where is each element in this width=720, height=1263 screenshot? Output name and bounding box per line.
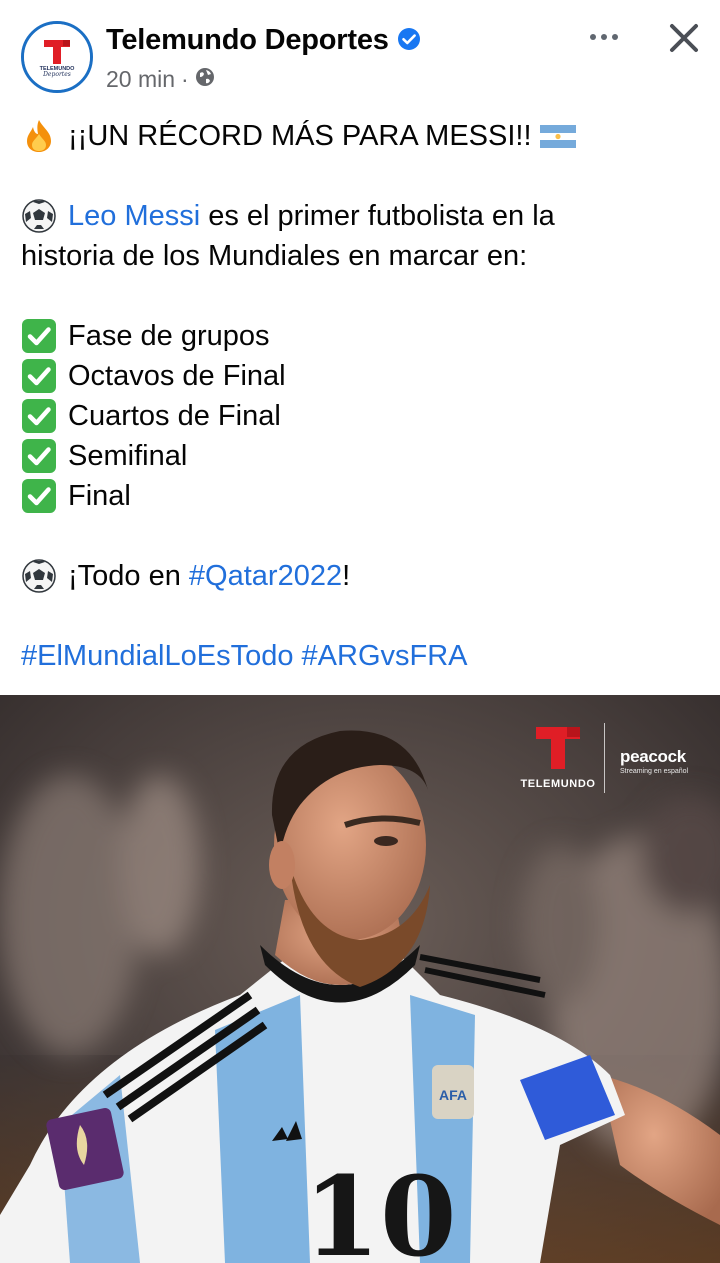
svg-text:AFA: AFA: [439, 1087, 467, 1103]
more-options-icon[interactable]: [582, 20, 626, 54]
avatar[interactable]: TELEMUNDO Deportes: [21, 21, 93, 93]
close-icon[interactable]: [664, 18, 704, 58]
meta-separator: ·: [181, 66, 189, 92]
soccer-ball-emoji: [21, 198, 57, 234]
hashtag-qatar2022[interactable]: #Qatar2022: [189, 556, 342, 596]
peacock-word: peacock: [620, 747, 686, 766]
check-list: Fase de grupos Octavos de Final Cuartos de…: [21, 316, 701, 516]
facebook-post: TELEMUNDO Deportes Telemundo Deportes 20…: [0, 0, 720, 1263]
check-mark-emoji: [21, 358, 57, 394]
check-list-item: Fase de grupos: [21, 316, 701, 356]
soccer-ball-emoji: [21, 558, 57, 594]
check-mark-emoji: [21, 438, 57, 474]
check-list-item: Semifinal: [21, 436, 701, 476]
headline-line: ¡¡UN RÉCORD MÁS PARA MESSI!!: [21, 116, 701, 156]
check-mark-emoji: [21, 478, 57, 514]
check-item-label: Cuartos de Final: [68, 400, 281, 432]
post-meta: 20 min ·: [106, 66, 215, 93]
globe-icon: [195, 66, 215, 93]
check-item-label: Fase de grupos: [68, 320, 270, 352]
hashtag-elmundial[interactable]: #ElMundialLoEsTodo: [21, 636, 293, 676]
leo-messi-link[interactable]: Leo Messi: [68, 196, 200, 236]
check-list-item: Final: [21, 476, 701, 516]
argentina-flag-emoji: [539, 118, 576, 154]
post-text: ¡¡UN RÉCORD MÁS PARA MESSI!! Leo Messi e…: [21, 116, 701, 676]
svg-text:Deportes: Deportes: [42, 71, 71, 78]
hashtags-line: #ElMundialLoEsTodo #ARGvsFRA: [21, 636, 701, 676]
check-list-item: Cuartos de Final: [21, 396, 701, 436]
check-item-label: Semifinal: [68, 440, 188, 472]
check-item-label: Octavos de Final: [68, 360, 286, 392]
logo-divider: [604, 723, 605, 793]
fire-emoji: [21, 118, 57, 154]
jersey-number: 10: [303, 1152, 456, 1263]
qatar-suffix: !: [342, 560, 351, 592]
post-photo[interactable]: AFA 10 TELEMUNDO peacock Streaming en es…: [0, 695, 720, 1263]
qatar-line: ¡Todo en #Qatar2022!: [21, 556, 701, 596]
peacock-logo: peacock Streaming en español: [620, 747, 688, 775]
record-text: es el primer futbolista en la: [200, 200, 555, 232]
verified-badge-icon: [397, 26, 421, 59]
peacock-subtitle: Streaming en español: [620, 768, 689, 775]
telemundo-label: TELEMUNDO: [520, 778, 596, 790]
record-line-2: historia de los Mundiales en marcar en:: [21, 236, 701, 276]
check-mark-emoji: [21, 318, 57, 354]
check-item-label: Final: [68, 480, 131, 512]
page-name-label[interactable]: Telemundo Deportes: [106, 24, 389, 56]
post-header: TELEMUNDO Deportes Telemundo Deportes 20…: [0, 0, 720, 110]
check-list-item: Octavos de Final: [21, 356, 701, 396]
page-name[interactable]: Telemundo Deportes: [106, 24, 421, 59]
qatar-prefix: ¡Todo en: [68, 560, 189, 592]
post-time[interactable]: 20 min: [106, 66, 175, 93]
record-text-2: historia de los Mundiales en marcar en:: [21, 240, 528, 272]
check-mark-emoji: [21, 398, 57, 434]
messi-photo-illustration: AFA 10: [0, 695, 720, 1263]
headline-text: ¡¡UN RÉCORD MÁS PARA MESSI!!: [68, 120, 532, 152]
hashtag-argvsfra[interactable]: #ARGvsFRA: [302, 636, 468, 676]
record-line: Leo Messi es el primer futbolista en la: [21, 196, 701, 236]
telemundo-logo: TELEMUNDO: [520, 725, 596, 790]
